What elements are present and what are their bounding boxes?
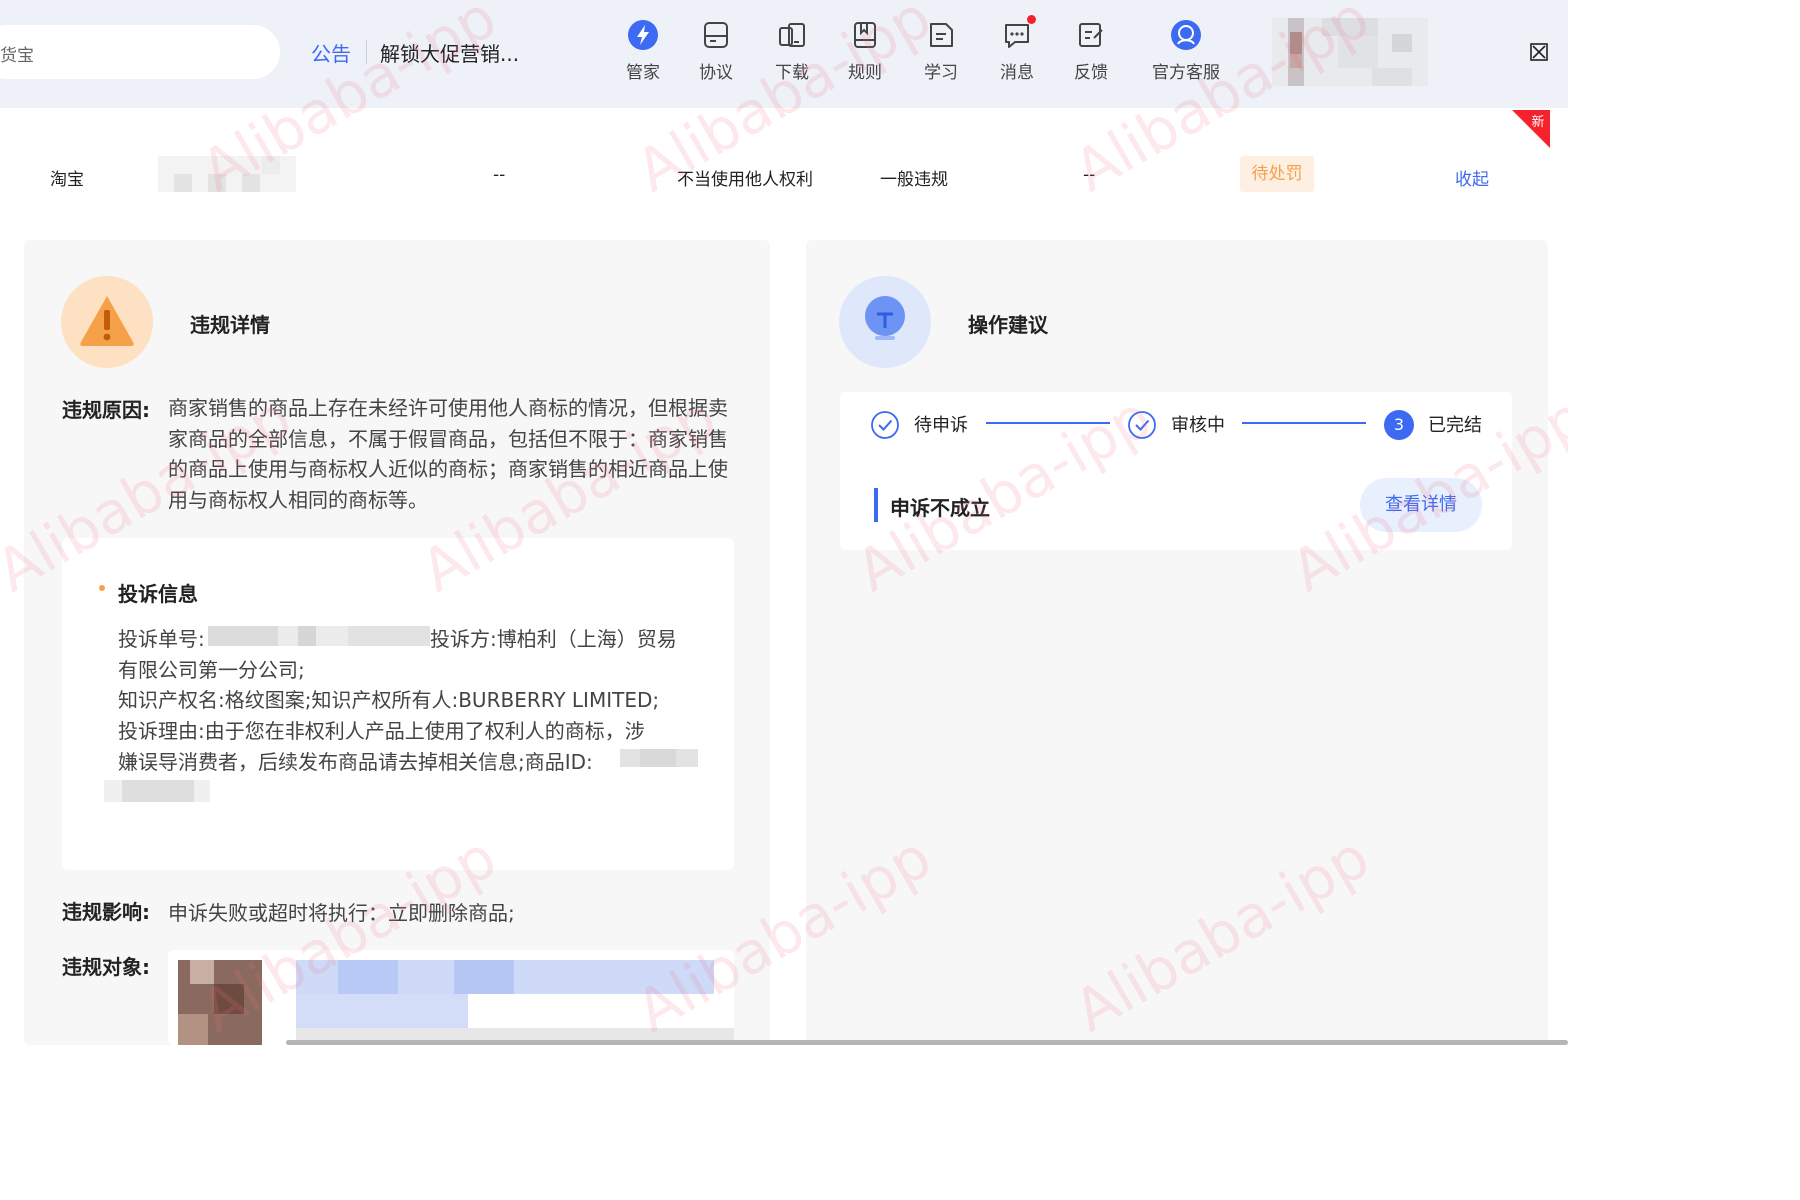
lightbulb-icon	[865, 296, 905, 340]
nav-label: 反馈	[1074, 63, 1108, 83]
complaint-line-2: 有限公司第一分公司;	[118, 658, 305, 682]
field-a-cell: --	[493, 165, 506, 185]
close-icon[interactable]	[1530, 43, 1548, 61]
operation-suggestion-title: 操作建议	[968, 313, 1048, 337]
impact-label: 违规影响:	[62, 900, 150, 924]
blurred-complaint-number	[208, 626, 430, 646]
search-input-text[interactable]: 货宝	[0, 41, 34, 66]
complaint-line-4: 投诉理由:由于您在非权利人产品上使用了权利人的商标，涉	[118, 719, 645, 743]
new-corner-badge: 新	[1512, 110, 1550, 148]
collapse-link[interactable]: 收起	[1455, 165, 1489, 190]
complaint-line-5: 嫌误导消费者，后续发布商品请去掉相关信息;商品ID:	[118, 750, 593, 774]
step-label-reviewing: 审核中	[1171, 415, 1225, 436]
step-number-badge: 3	[1384, 410, 1414, 440]
message-unread-dot	[1027, 15, 1036, 24]
agreement-icon	[704, 22, 728, 48]
blurred-product-id-continued	[104, 780, 210, 802]
step-connector	[1242, 422, 1366, 424]
step-label-pending-appeal: 待申诉	[914, 415, 968, 436]
nav-label: 消息	[1000, 63, 1034, 83]
violation-detail-title: 违规详情	[190, 313, 270, 337]
warning-circle	[61, 276, 153, 368]
platform-cell: 淘宝	[50, 170, 84, 190]
complainant-text: 投诉方:博柏利（上海）贸易	[430, 627, 677, 651]
nav-butler[interactable]: 管家	[608, 18, 678, 83]
warning-icon	[80, 296, 134, 346]
complaint-info-title: 投诉信息	[118, 582, 198, 606]
status-badge: 待处罚	[1240, 156, 1314, 192]
violation-detail-page: 货宝 公告 解锁大促营销... 管家 协议 下载 规则 学习 消息 反馈 官方客…	[0, 0, 1568, 1045]
complaint-number-label: 投诉单号:	[118, 627, 205, 651]
new-badge-text: 新	[1531, 114, 1544, 130]
horizontal-scrollbar[interactable]	[286, 1040, 1568, 1045]
reason-label: 违规原因:	[62, 398, 150, 422]
step-done-check-icon	[871, 411, 899, 439]
nav-label: 学习	[924, 63, 958, 83]
bullet-dot	[99, 585, 105, 591]
nav-label: 管家	[626, 63, 660, 83]
lightbulb-circle	[839, 276, 931, 368]
feedback-icon	[1079, 23, 1103, 47]
nav-message[interactable]: 消息	[982, 18, 1052, 83]
nav-feedback[interactable]: 反馈	[1056, 18, 1126, 83]
customer-service-icon	[1171, 20, 1201, 50]
complaint-line-3: 知识产权名:格纹图案;知识产权所有人:BURBERRY LIMITED;	[118, 688, 660, 712]
search-box[interactable]: 货宝	[0, 25, 280, 79]
result-accent-bar	[874, 488, 878, 522]
nav-agreement[interactable]: 协议	[681, 18, 751, 83]
target-label: 违规对象:	[62, 955, 150, 979]
severity-cell: 一般违规	[880, 170, 948, 190]
butler-lightning-icon	[628, 20, 658, 50]
blurred-product-id	[620, 749, 698, 767]
